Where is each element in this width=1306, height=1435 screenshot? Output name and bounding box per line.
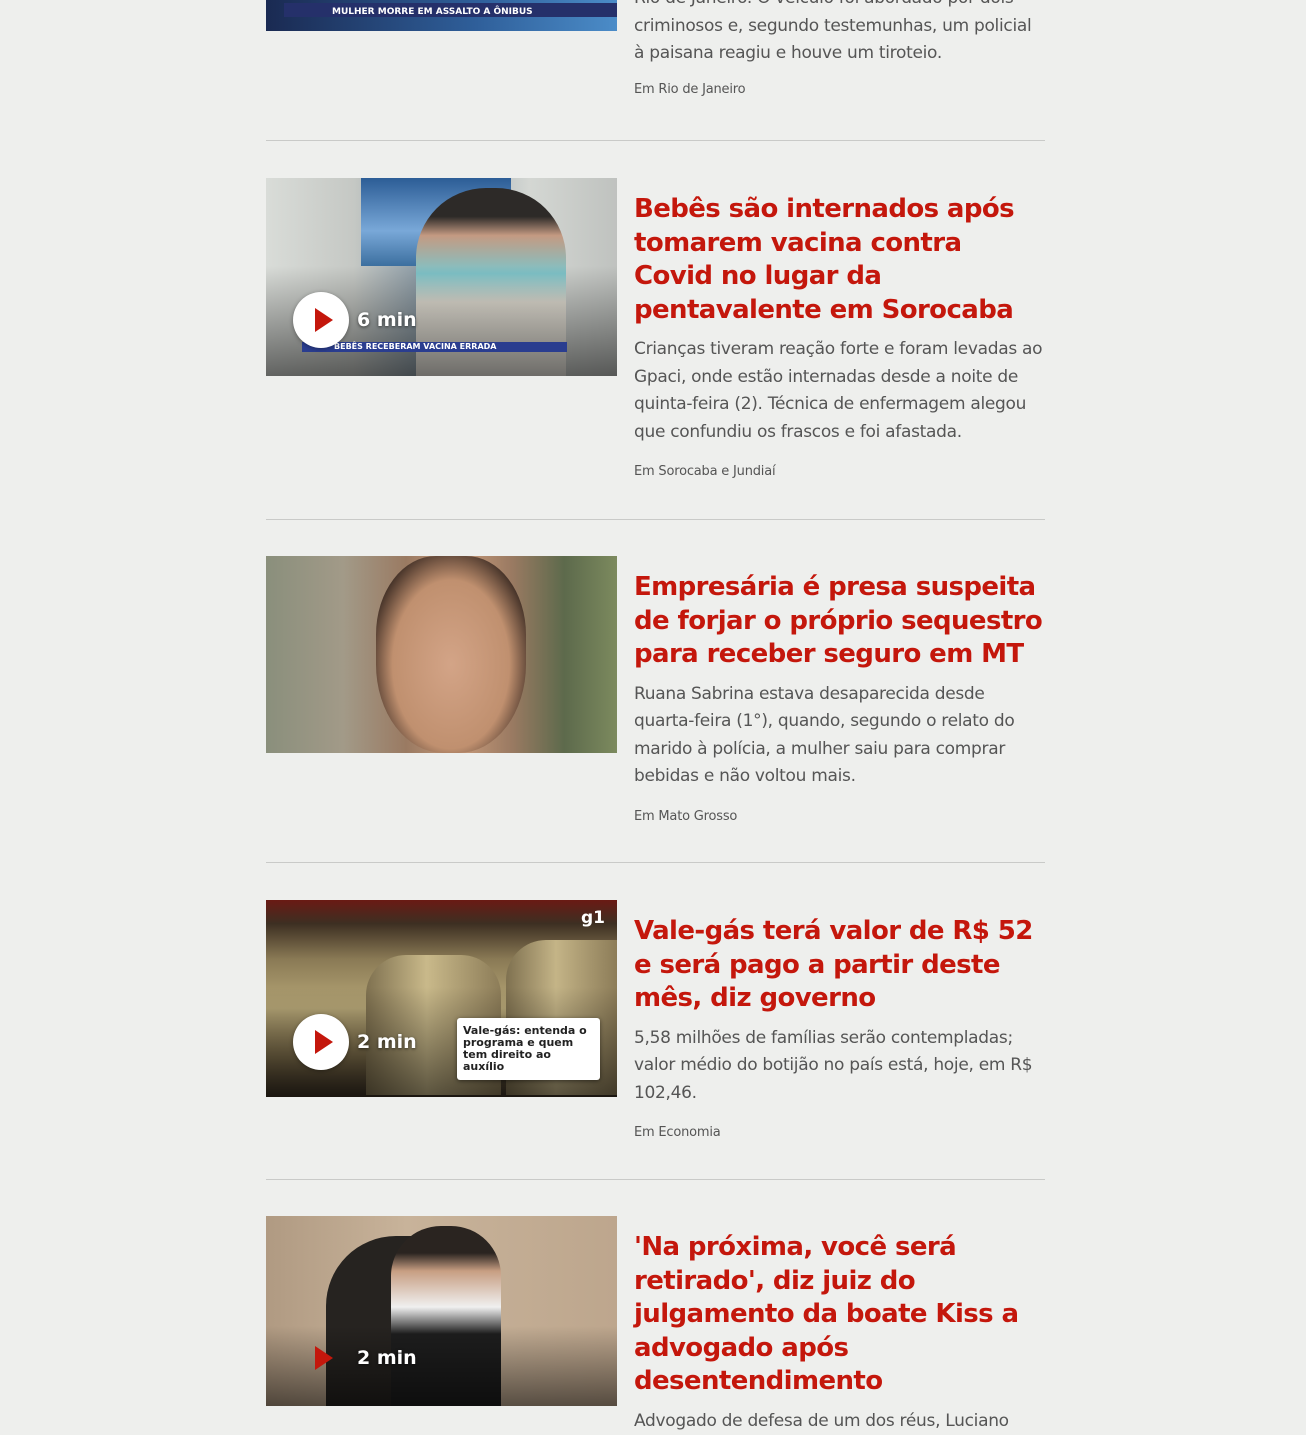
news-thumbnail[interactable]: BEBÊS RECEBERAM VACINA ERRADA 6 min — [266, 178, 617, 376]
video-duration: 2 min — [357, 1031, 417, 1053]
divider — [266, 1179, 1045, 1180]
news-section[interactable]: Em Economia — [634, 1125, 1046, 1140]
play-icon[interactable] — [293, 1014, 349, 1070]
news-section[interactable]: Em Sorocaba e Jundiaí — [634, 464, 1046, 479]
divider — [266, 862, 1045, 863]
news-section[interactable]: Em Mato Grosso — [634, 809, 1046, 824]
news-summary: Crianças tiveram reação forte e foram le… — [634, 336, 1046, 446]
thumb-caption: MULHER MORRE EM ASSALTO A ÔNIBUS — [332, 7, 533, 17]
play-icon[interactable] — [293, 292, 349, 348]
play-icon[interactable] — [293, 1330, 349, 1386]
thumb-face — [376, 556, 526, 753]
news-section[interactable]: Em Rio de Janeiro — [634, 82, 1046, 97]
divider — [266, 519, 1045, 520]
news-summary: Ruana Sabrina estava desaparecida desde … — [634, 681, 1046, 791]
news-summary: Rio de Janeiro. O veículo foi abordado p… — [634, 0, 1046, 68]
news-title[interactable]: Vale-gás terá valor de R$ 52 e será pago… — [634, 915, 1046, 1016]
news-thumbnail[interactable]: 2 min — [266, 1216, 617, 1406]
news-title[interactable]: Bebês são internados após tomarem vacina… — [634, 193, 1046, 327]
news-thumbnail[interactable]: MULHER MORRE EM ASSALTO A ÔNIBUS — [266, 0, 617, 31]
news-summary: Advogado de defesa de um dos réus, Lucia… — [634, 1408, 1046, 1435]
brand-logo: g1 — [581, 908, 605, 928]
video-duration: 2 min — [357, 1347, 417, 1369]
video-card-text: Vale-gás: entenda o programa e quem tem … — [457, 1018, 600, 1080]
news-thumbnail[interactable]: g1 2 min Vale-gás: entenda o programa e … — [266, 900, 617, 1097]
news-title[interactable]: 'Na próxima, você será retirado', diz ju… — [634, 1231, 1046, 1399]
news-title[interactable]: Empresária é presa suspeita de forjar o … — [634, 571, 1046, 672]
news-thumbnail[interactable] — [266, 556, 617, 753]
thumb-caption: BEBÊS RECEBERAM VACINA ERRADA — [334, 342, 496, 352]
divider — [266, 140, 1045, 141]
video-duration: 6 min — [357, 309, 417, 331]
news-summary: 5,58 milhões de famílias serão contempla… — [634, 1025, 1046, 1108]
